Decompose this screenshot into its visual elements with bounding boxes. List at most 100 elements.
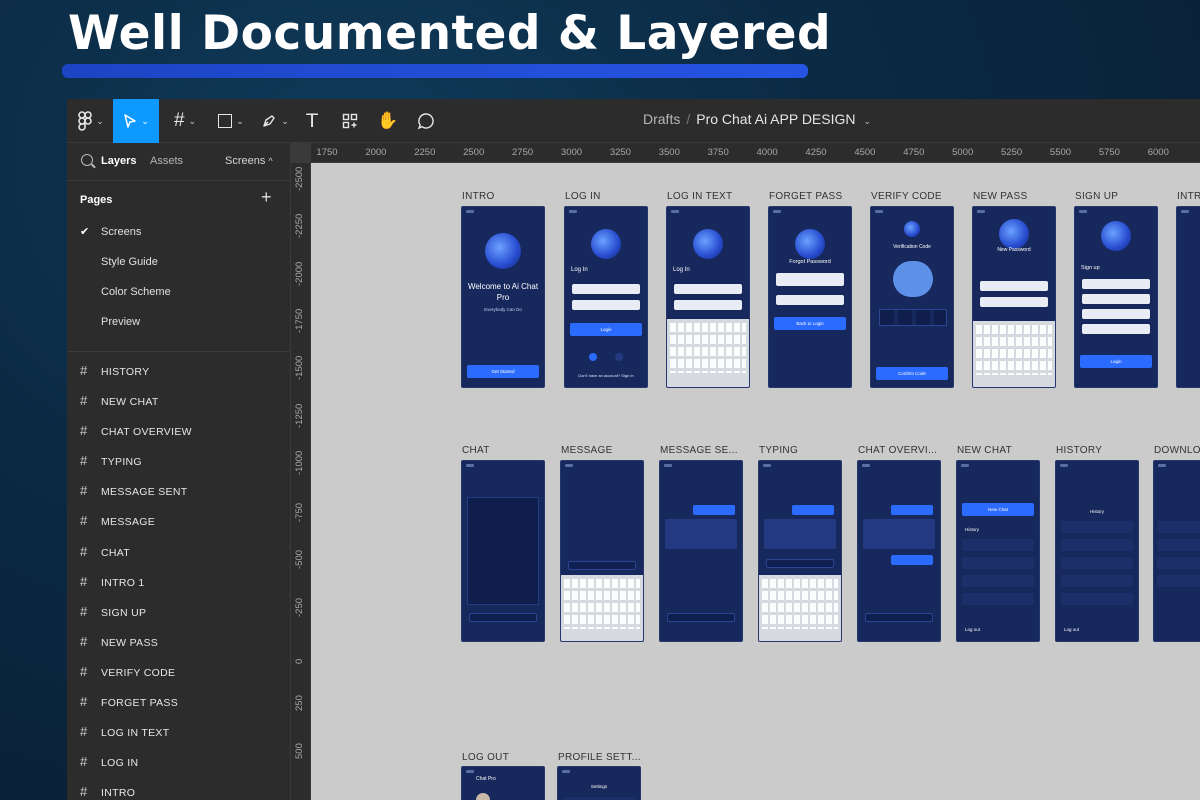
page-item[interactable]: ✔ Screens [67, 217, 290, 247]
keyboard[interactable] [759, 575, 841, 641]
new-chat-button[interactable]: New Chat [961, 503, 1035, 516]
screen-profile-settings[interactable]: Settings [557, 766, 641, 800]
layer-item[interactable]: # LOG IN TEXT [67, 717, 291, 747]
google-icon[interactable] [589, 353, 597, 361]
code-inputs[interactable] [879, 309, 947, 326]
tab-layers[interactable]: Layers [101, 155, 136, 167]
pen-tool-button[interactable]: ⌄ [255, 99, 295, 143]
history-row[interactable] [1060, 575, 1134, 587]
message-input[interactable] [567, 561, 637, 570]
components-tool-button[interactable] [335, 99, 365, 143]
layer-item[interactable]: # NEW PASS [67, 627, 291, 657]
history-row[interactable] [961, 539, 1035, 551]
history-row[interactable] [961, 575, 1035, 587]
history-row[interactable] [1157, 557, 1200, 569]
frame-label-message[interactable]: MESSAGE [561, 445, 645, 456]
frame-tool-button[interactable]: # ⌄ [165, 99, 205, 143]
history-row[interactable] [961, 557, 1035, 569]
layer-item[interactable]: # CHAT [67, 537, 291, 567]
keyboard[interactable] [973, 321, 1055, 387]
history-row[interactable] [1157, 575, 1200, 587]
frame-label-typing[interactable]: TYPING [759, 445, 843, 456]
screen-new-pass[interactable]: New Password [972, 206, 1056, 388]
search-icon[interactable] [81, 154, 93, 166]
screen-verify-code[interactable]: Verification Code Confirm Code [870, 206, 954, 388]
history-row[interactable] [1060, 539, 1134, 551]
login-button[interactable]: Login [569, 323, 643, 336]
move-tool-button[interactable]: ⌄ [113, 99, 159, 143]
layer-item[interactable]: # NEW CHAT [67, 386, 291, 416]
history-row[interactable] [1060, 557, 1134, 569]
screen-sign-up[interactable]: Sign up Login [1074, 206, 1158, 388]
frame-label-chat[interactable]: CHAT [462, 445, 542, 456]
confirm-code-button[interactable]: Confirm Code [875, 367, 949, 380]
logout-link[interactable]: Log out [965, 627, 980, 632]
layer-item[interactable]: # FORGET PASS [67, 687, 291, 717]
frame-label-forget-pass[interactable]: FORGET PASS [769, 191, 859, 202]
password-field[interactable] [571, 300, 641, 310]
screen-message-sent[interactable] [659, 460, 743, 642]
layer-item[interactable]: # MESSAGE SENT [67, 476, 291, 506]
frame-label-profile-settings[interactable]: PROFILE SETT... [558, 752, 642, 763]
signup-login-button[interactable]: Login [1079, 355, 1153, 368]
page-switcher[interactable]: Screens ^ [225, 155, 273, 167]
history-row[interactable] [1060, 593, 1134, 605]
frame-label-sign-up[interactable]: SIGN UP [1075, 191, 1165, 202]
add-page-plus-icon[interactable]: + [261, 187, 272, 208]
screen-download[interactable] [1153, 460, 1200, 642]
email-field[interactable] [571, 284, 641, 294]
screen-chat[interactable] [461, 460, 545, 642]
screen-new-chat[interactable]: New Chat History Log out [956, 460, 1040, 642]
frame-label-login-text[interactable]: LOG IN TEXT [667, 191, 757, 202]
screen-message[interactable] [560, 460, 644, 642]
design-canvas[interactable]: INTRO Welcome to Ai Chat Pro Everybody C… [311, 163, 1200, 800]
password-field[interactable] [673, 300, 743, 310]
history-row[interactable] [1060, 521, 1134, 533]
layer-item[interactable]: # LOG IN [67, 747, 291, 777]
name-field[interactable] [1081, 279, 1151, 289]
message-input[interactable] [468, 613, 538, 622]
screen-forget-pass[interactable]: Forgot Password Back to Login [768, 206, 852, 388]
breadcrumb-drafts[interactable]: Drafts [643, 111, 680, 127]
frame-label-intro-1[interactable]: INTRO 1 [1177, 191, 1200, 202]
phone-field[interactable] [1081, 309, 1151, 319]
frame-label-verify-code[interactable]: VERIFY CODE [871, 191, 961, 202]
screen-intro[interactable]: Welcome to Ai Chat Pro Everybody Can Do … [461, 206, 545, 388]
layer-item[interactable]: # VERIFY CODE [67, 657, 291, 687]
page-item[interactable]: Preview [67, 307, 290, 337]
history-row[interactable] [1157, 521, 1200, 533]
layer-item[interactable]: # TYPING [67, 446, 291, 476]
frame-label-history[interactable]: HISTORY [1056, 445, 1140, 456]
frame-label-login[interactable]: LOG IN [565, 191, 655, 202]
frame-label-chat-overview[interactable]: CHAT OVERVI... [858, 445, 942, 456]
message-input[interactable] [765, 559, 835, 568]
apple-icon[interactable] [615, 353, 623, 361]
hand-tool-button[interactable]: ✋ [373, 99, 403, 143]
frame-label-new-chat[interactable]: NEW CHAT [957, 445, 1041, 456]
screen-log-out[interactable]: Chat Pro [461, 766, 545, 800]
frame-label-download[interactable]: DOWNLOAD [1154, 445, 1200, 456]
logout-link[interactable]: Log out [1064, 627, 1079, 632]
frame-label-message-sent[interactable]: MESSAGE SE... [660, 445, 744, 456]
screen-typing[interactable] [758, 460, 842, 642]
text-tool-button[interactable]: T [299, 99, 325, 143]
signup-link[interactable]: Don't have an account? Sign In [565, 373, 647, 378]
frame-label-new-pass[interactable]: NEW PASS [973, 191, 1063, 202]
password-field[interactable] [1081, 324, 1151, 334]
page-item[interactable]: Style Guide [67, 247, 290, 277]
layer-item[interactable]: # INTRO 1 [67, 567, 291, 597]
history-row[interactable] [961, 593, 1035, 605]
screen-login-text[interactable]: Log In [666, 206, 750, 388]
layer-item[interactable]: # HISTORY [67, 356, 291, 386]
get-started-button[interactable]: Get Started [466, 365, 540, 378]
layer-item[interactable]: # INTRO [67, 777, 291, 800]
file-breadcrumb[interactable]: Drafts / Pro Chat Ai APP DESIGN ⌄ [643, 111, 871, 127]
frame-label-intro[interactable]: INTRO [462, 191, 552, 202]
message-input[interactable] [864, 613, 934, 622]
password-field[interactable] [979, 281, 1049, 291]
layer-item[interactable]: # CHAT OVERVIEW [67, 416, 291, 446]
keyboard[interactable] [561, 575, 643, 641]
screen-intro-1[interactable] [1176, 206, 1200, 388]
avatar[interactable] [476, 793, 490, 800]
screen-chat-overview[interactable] [857, 460, 941, 642]
